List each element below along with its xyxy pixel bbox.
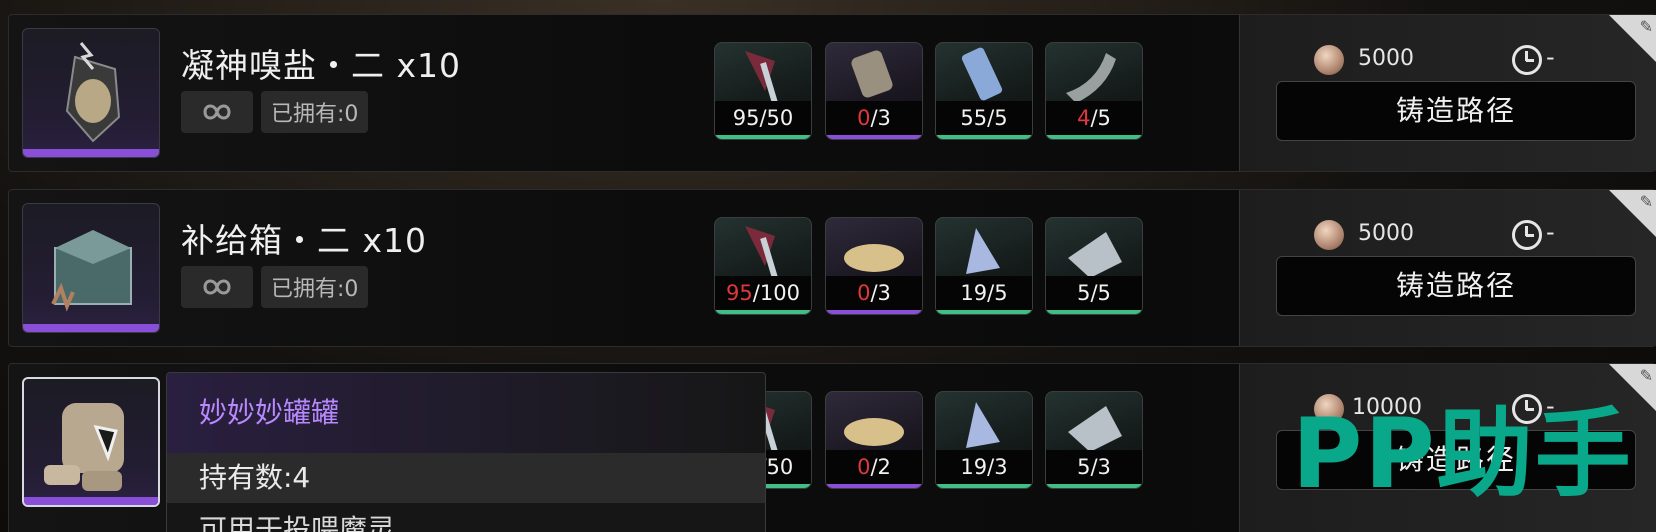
item-tooltip: 妙妙妙罐罐 持有数:4 可用于投喂魔灵 — [166, 372, 766, 532]
forge-time: - — [1546, 218, 1555, 246]
tooltip-holding-count: 持有数:4 — [167, 453, 765, 503]
material-count: 95/50 — [715, 101, 811, 135]
clock-icon — [1512, 220, 1542, 250]
coin-icon — [1314, 45, 1344, 75]
material-count: 5/5 — [1046, 276, 1142, 310]
material-slot[interactable]: 95/50 — [714, 42, 812, 140]
material-count: 5/3 — [1046, 450, 1142, 484]
item-title: 补给箱・二 x10 — [181, 221, 428, 260]
material-slot[interactable]: 0/2 — [825, 391, 923, 489]
forge-panel: 5000 - 铸造路径 ✎ — [1239, 15, 1656, 171]
forge-time: - — [1546, 43, 1555, 71]
material-count: 19/3 — [936, 450, 1032, 484]
forge-path-button[interactable]: 铸造路径 — [1276, 81, 1636, 141]
item-icon[interactable] — [22, 203, 160, 333]
item-icon-selected[interactable] — [22, 377, 160, 507]
material-slot[interactable]: 0/3 — [825, 217, 923, 315]
material-slot[interactable]: 5/3 — [1045, 391, 1143, 489]
material-count: 0/2 — [826, 450, 922, 484]
infinity-icon — [181, 91, 253, 133]
material-slot[interactable]: 95/100 — [714, 217, 812, 315]
material-count: 55/5 — [936, 101, 1032, 135]
owned-count: 已拥有:0 — [261, 91, 369, 133]
tooltip-description: 可用于投喂魔灵 — [199, 513, 396, 532]
recipe-row[interactable]: 补给箱・二 x10 已拥有:0 95/100 0/3 19/5 5/5 5000… — [8, 189, 1656, 347]
watermark-logo: PP助手 — [1292, 398, 1633, 510]
owned-count: 已拥有:0 — [261, 266, 369, 308]
clock-icon — [1512, 45, 1542, 75]
material-slot[interactable]: 19/5 — [935, 217, 1033, 315]
material-slot[interactable]: 5/5 — [1045, 217, 1143, 315]
material-count: 95/100 — [715, 276, 811, 310]
material-slot[interactable]: 4/5 — [1045, 42, 1143, 140]
material-slot[interactable]: 55/5 — [935, 42, 1033, 140]
recipe-row[interactable]: 凝神嗅盐・二 x10 已拥有:0 95/50 0/3 55/5 4/5 5000… — [8, 14, 1656, 172]
pin-glyph-icon: ✎ — [1639, 192, 1653, 211]
item-icon[interactable] — [22, 28, 160, 158]
tooltip-item-name: 妙妙妙罐罐 — [167, 373, 765, 453]
material-slot[interactable]: 0/3 — [825, 42, 923, 140]
material-slot[interactable]: 19/3 — [935, 391, 1033, 489]
material-count: 0/3 — [826, 276, 922, 310]
forge-path-button[interactable]: 铸造路径 — [1276, 256, 1636, 316]
coin-cost: 5000 — [1358, 46, 1414, 71]
pin-glyph-icon: ✎ — [1639, 366, 1653, 385]
forge-panel: 5000 - 铸造路径 ✎ — [1239, 190, 1656, 346]
material-count: 0/3 — [826, 101, 922, 135]
material-count: 19/5 — [936, 276, 1032, 310]
item-title: 凝神嗅盐・二 x10 — [181, 46, 462, 85]
infinity-icon — [181, 266, 253, 308]
coin-icon — [1314, 220, 1344, 250]
coin-cost: 5000 — [1358, 221, 1414, 246]
pin-glyph-icon: ✎ — [1639, 17, 1653, 36]
material-count: 4/5 — [1046, 101, 1142, 135]
